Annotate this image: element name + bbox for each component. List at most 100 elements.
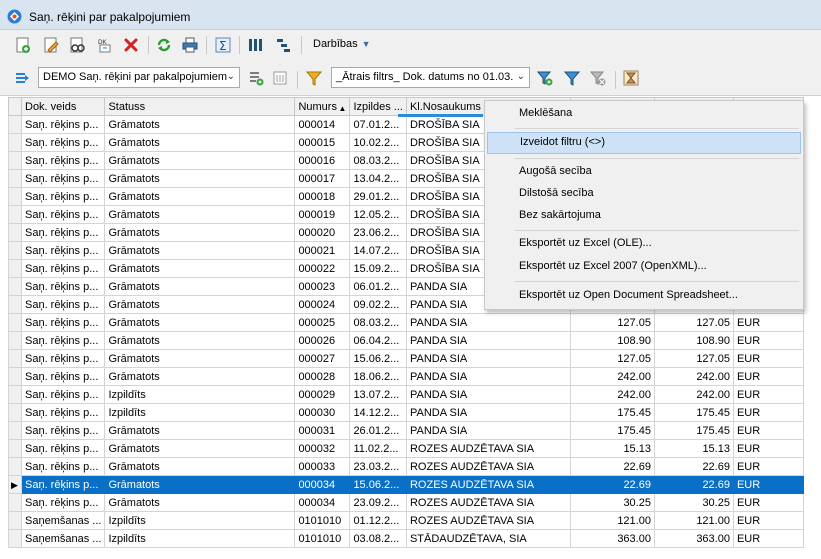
table-row[interactable]: Saņ. rēķins p... Izpildīts 000030 14.12.… bbox=[8, 403, 804, 422]
status-cell[interactable]: Grāmatots bbox=[104, 277, 296, 296]
number-cell[interactable]: 000027 bbox=[294, 349, 351, 368]
columns-icon[interactable] bbox=[245, 35, 265, 55]
client-name-cell[interactable]: ROZES AUDZĒTAVA SIA bbox=[405, 511, 571, 530]
amount-total-cell[interactable]: 15.13 bbox=[653, 439, 734, 458]
number-cell[interactable]: 000032 bbox=[294, 439, 351, 458]
table-row[interactable]: ▶ Saņ. rēķins p... Grāmatots 000034 15.0… bbox=[8, 475, 804, 494]
doc-type-cell[interactable]: Saņ. rēķins p... bbox=[20, 403, 106, 422]
menu-item-create-filter[interactable]: Izveidot filtru (<>) bbox=[487, 132, 801, 154]
tree-icon[interactable] bbox=[273, 35, 293, 55]
client-name-cell[interactable]: ROZES AUDZĒTAVA SIA bbox=[405, 439, 571, 458]
number-cell[interactable]: 000019 bbox=[294, 205, 351, 224]
date-cell[interactable]: 13.07.2... bbox=[349, 385, 407, 404]
doc-type-cell[interactable]: Saņ. rēķins p... bbox=[20, 439, 106, 458]
amount-total-cell[interactable]: 242.00 bbox=[653, 367, 734, 386]
row-indicator[interactable] bbox=[8, 115, 22, 134]
date-cell[interactable]: 09.02.2... bbox=[349, 295, 407, 314]
table-row[interactable]: Saņ. rēķins p... Grāmatots 000033 23.03.… bbox=[8, 457, 804, 476]
number-cell[interactable]: 000029 bbox=[294, 385, 351, 404]
row-indicator[interactable] bbox=[8, 457, 22, 476]
doc-type-cell[interactable]: Saņ. rēķins p... bbox=[20, 385, 106, 404]
currency-cell[interactable]: EUR bbox=[732, 511, 804, 530]
quick-filter-select[interactable]: _Ātrais filtrs_ Dok. datums no 01.03. ⌄ bbox=[331, 67, 530, 88]
date-cell[interactable]: 08.03.2... bbox=[349, 313, 407, 332]
row-indicator[interactable] bbox=[8, 133, 22, 152]
status-cell[interactable]: Izpildīts bbox=[104, 385, 296, 404]
date-cell[interactable]: 26.01.2... bbox=[349, 421, 407, 440]
table-row[interactable]: Saņ. rēķins p... Grāmatots 000034 23.09.… bbox=[8, 493, 804, 512]
date-cell[interactable]: 08.03.2... bbox=[349, 151, 407, 170]
table-row[interactable]: Saņ. rēķins p... Izpildīts 000029 13.07.… bbox=[8, 385, 804, 404]
table-row[interactable]: Saņ. rēķins p... Grāmatots 000032 11.02.… bbox=[8, 439, 804, 458]
add-document-type-icon[interactable] bbox=[246, 68, 266, 88]
row-indicator[interactable] bbox=[8, 313, 22, 332]
number-cell[interactable]: 000018 bbox=[294, 187, 351, 206]
client-name-cell[interactable]: PANDA SIA bbox=[405, 421, 571, 440]
client-name-cell[interactable]: STĀDAUDZĒTAVA, SIA bbox=[405, 529, 571, 548]
number-cell[interactable]: 000020 bbox=[294, 223, 351, 242]
currency-cell[interactable]: EUR bbox=[732, 421, 804, 440]
client-name-cell[interactable]: PANDA SIA bbox=[405, 313, 571, 332]
client-name-cell[interactable]: PANDA SIA bbox=[405, 331, 571, 350]
menu-item-sort-ascending[interactable]: Augošā secība bbox=[487, 161, 801, 183]
table-row[interactable]: Saņ. rēķins p... Grāmatots 000025 08.03.… bbox=[8, 313, 804, 332]
doc-type-cell[interactable]: Saņ. rēķins p... bbox=[20, 259, 106, 278]
doc-type-cell[interactable]: Saņ. rēķins p... bbox=[20, 457, 106, 476]
doc-type-cell[interactable]: Saņ. rēķins p... bbox=[20, 169, 106, 188]
date-cell[interactable]: 29.01.2... bbox=[349, 187, 407, 206]
document-type-select[interactable]: DEMO Saņ. rēķini par pakalpojumiem ⌄ bbox=[38, 67, 240, 88]
row-indicator[interactable]: ▶ bbox=[8, 475, 22, 494]
view-icon[interactable] bbox=[67, 35, 87, 55]
number-cell[interactable]: 000014 bbox=[294, 115, 351, 134]
table-row[interactable]: Saņ. rēķins p... Grāmatots 000028 18.06.… bbox=[8, 367, 804, 386]
client-name-cell[interactable]: ROZES AUDZĒTAVA SIA bbox=[405, 457, 571, 476]
clear-filter-icon[interactable] bbox=[588, 68, 608, 88]
row-indicator[interactable] bbox=[8, 511, 22, 530]
table-row[interactable]: Saņ. rēķins p... Grāmatots 000026 06.04.… bbox=[8, 331, 804, 350]
status-cell[interactable]: Grāmatots bbox=[104, 493, 296, 512]
add-filter-icon[interactable] bbox=[535, 68, 555, 88]
hourglass-icon[interactable] bbox=[621, 68, 641, 88]
number-cell[interactable]: 000034 bbox=[294, 475, 351, 494]
amount-total-cell[interactable]: 127.05 bbox=[653, 349, 734, 368]
row-indicator[interactable] bbox=[8, 349, 22, 368]
row-indicator[interactable] bbox=[8, 259, 22, 278]
row-indicator[interactable] bbox=[8, 223, 22, 242]
amount-cell[interactable]: 108.90 bbox=[569, 331, 655, 350]
doc-type-cell[interactable]: Saņ. rēķins p... bbox=[20, 115, 106, 134]
status-cell[interactable]: Grāmatots bbox=[104, 151, 296, 170]
client-name-cell[interactable]: PANDA SIA bbox=[405, 367, 571, 386]
status-cell[interactable]: Grāmatots bbox=[104, 475, 296, 494]
status-cell[interactable]: Grāmatots bbox=[104, 349, 296, 368]
delete-icon[interactable] bbox=[121, 35, 141, 55]
doc-type-cell[interactable]: Saņ. rēķins p... bbox=[20, 295, 106, 314]
row-indicator[interactable] bbox=[8, 151, 22, 170]
row-indicator[interactable] bbox=[8, 439, 22, 458]
amount-cell[interactable]: 242.00 bbox=[569, 385, 655, 404]
currency-cell[interactable]: EUR bbox=[732, 367, 804, 386]
number-cell[interactable]: 000015 bbox=[294, 133, 351, 152]
row-indicator[interactable] bbox=[8, 295, 22, 314]
date-cell[interactable]: 15.09.2... bbox=[349, 259, 407, 278]
copy-document-icon[interactable]: DK bbox=[95, 35, 115, 55]
row-indicator[interactable] bbox=[8, 205, 22, 224]
amount-total-cell[interactable]: 127.05 bbox=[653, 313, 734, 332]
amount-cell[interactable]: 175.45 bbox=[569, 421, 655, 440]
status-cell[interactable]: Grāmatots bbox=[104, 421, 296, 440]
number-cell[interactable]: 000028 bbox=[294, 367, 351, 386]
status-cell[interactable]: Grāmatots bbox=[104, 367, 296, 386]
amount-cell[interactable]: 121.00 bbox=[569, 511, 655, 530]
menu-item-export-excel-openxml[interactable]: Eksportēt uz Excel 2007 (OpenXML)... bbox=[487, 256, 801, 278]
status-cell[interactable]: Grāmatots bbox=[104, 133, 296, 152]
actions-menu-button[interactable]: Darbības ▼ bbox=[313, 38, 371, 50]
column-header[interactable]: Statuss bbox=[104, 97, 296, 116]
menu-item-export-ods[interactable]: Eksportēt uz Open Document Spreadsheet..… bbox=[487, 285, 801, 307]
row-indicator[interactable] bbox=[8, 493, 22, 512]
menu-item-search[interactable]: Meklēšana bbox=[487, 103, 801, 125]
status-cell[interactable]: Grāmatots bbox=[104, 169, 296, 188]
doc-type-cell[interactable]: Saņ. rēķins p... bbox=[20, 151, 106, 170]
new-document-icon[interactable] bbox=[13, 35, 33, 55]
status-cell[interactable]: Grāmatots bbox=[104, 205, 296, 224]
amount-total-cell[interactable]: 242.00 bbox=[653, 385, 734, 404]
doc-type-cell[interactable]: Saņ. rēķins p... bbox=[20, 421, 106, 440]
